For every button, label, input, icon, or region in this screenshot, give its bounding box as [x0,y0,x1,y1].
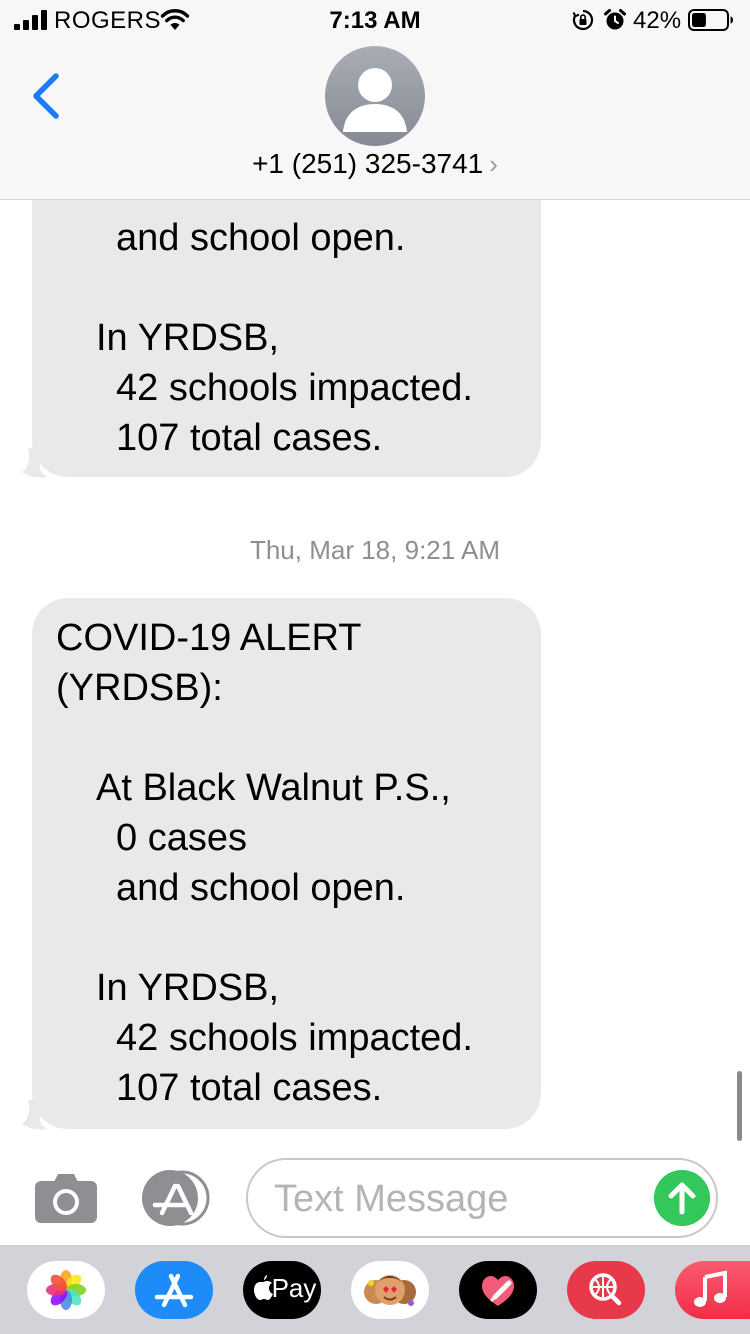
message-line: (YRDSB): [56,667,223,709]
back-button[interactable] [22,70,70,122]
memoji-icon[interactable] [351,1261,429,1319]
message-line: 107 total cases. [116,1067,383,1109]
music-icon[interactable] [675,1261,750,1319]
message-tail [22,1100,48,1130]
apple-pay-label[interactable]: Pay [255,1273,321,1304]
contact-name-button[interactable]: +1 (251) 325-3741 › [0,148,750,180]
message-tail [22,448,48,478]
message-line: and school open. [116,867,406,909]
apple-pay-app-button[interactable]: Pay [243,1261,321,1319]
contact-phone-number[interactable]: +1 (251) 325-3741 [252,148,483,179]
message-line: COVID-19 ALERT [56,617,362,659]
web-search-app-button[interactable] [567,1261,645,1319]
app-store-icon[interactable] [142,1170,210,1226]
app-store-icon[interactable] [135,1261,213,1319]
message-bubble[interactable]: COVID-19 ALERT (YRDSB): At Black Walnut … [32,598,541,1129]
orientation-lock-icon [572,9,594,31]
message-line: 42 schools impacted. [116,1017,473,1059]
send-button[interactable] [654,1170,710,1226]
message-line: In YRDSB, [96,967,280,1009]
message-line: 42 schools impacted. [116,367,473,409]
person-silhouette-icon [343,68,407,132]
digital-touch-icon[interactable] [459,1261,537,1319]
music-app-button[interactable] [675,1261,750,1319]
app-store-app-button[interactable] [135,1261,213,1319]
status-bar: ROGERS 7:13 AM 42% [0,0,750,40]
camera-button[interactable] [34,1172,98,1224]
imessage-app-drawer: Pay [0,1245,750,1334]
battery-icon [688,9,733,31]
message-line: 107 total cases. [116,417,383,459]
text-message-input[interactable] [274,1170,644,1228]
conversation-header: ROGERS 7:13 AM 42% +1 (251) 325-3741 › [0,0,750,200]
message-line: and school open. [116,217,406,259]
battery-percentage: 42% [633,7,682,34]
alarm-icon [604,9,626,30]
digital-touch-app-button[interactable] [459,1261,537,1319]
message-timestamp: Thu, Mar 18, 9:21 AM [0,535,750,566]
chevron-left-icon[interactable] [33,73,59,119]
message-bubble[interactable]: and school open. In YRDSB, 42 schools im… [32,180,541,477]
app-store-drawer-button[interactable] [140,1170,212,1226]
message-line: 0 cases [116,817,247,859]
camera-icon[interactable] [35,1174,97,1223]
contact-avatar[interactable] [325,46,425,146]
memoji-app-button[interactable] [351,1261,429,1319]
web-search-icon[interactable] [567,1261,645,1319]
photos-app-button[interactable] [27,1261,105,1319]
photos-icon[interactable] [27,1261,105,1319]
scroll-indicator[interactable] [737,1071,742,1141]
timestamp-time: 9:21 AM [404,535,501,565]
chevron-right-icon[interactable]: › [489,149,498,179]
timestamp-day: Thu, Mar 18, [249,535,398,565]
message-line: At Black Walnut P.S., [96,767,451,809]
message-line: In YRDSB, [96,317,280,359]
message-input-field[interactable] [246,1158,718,1238]
